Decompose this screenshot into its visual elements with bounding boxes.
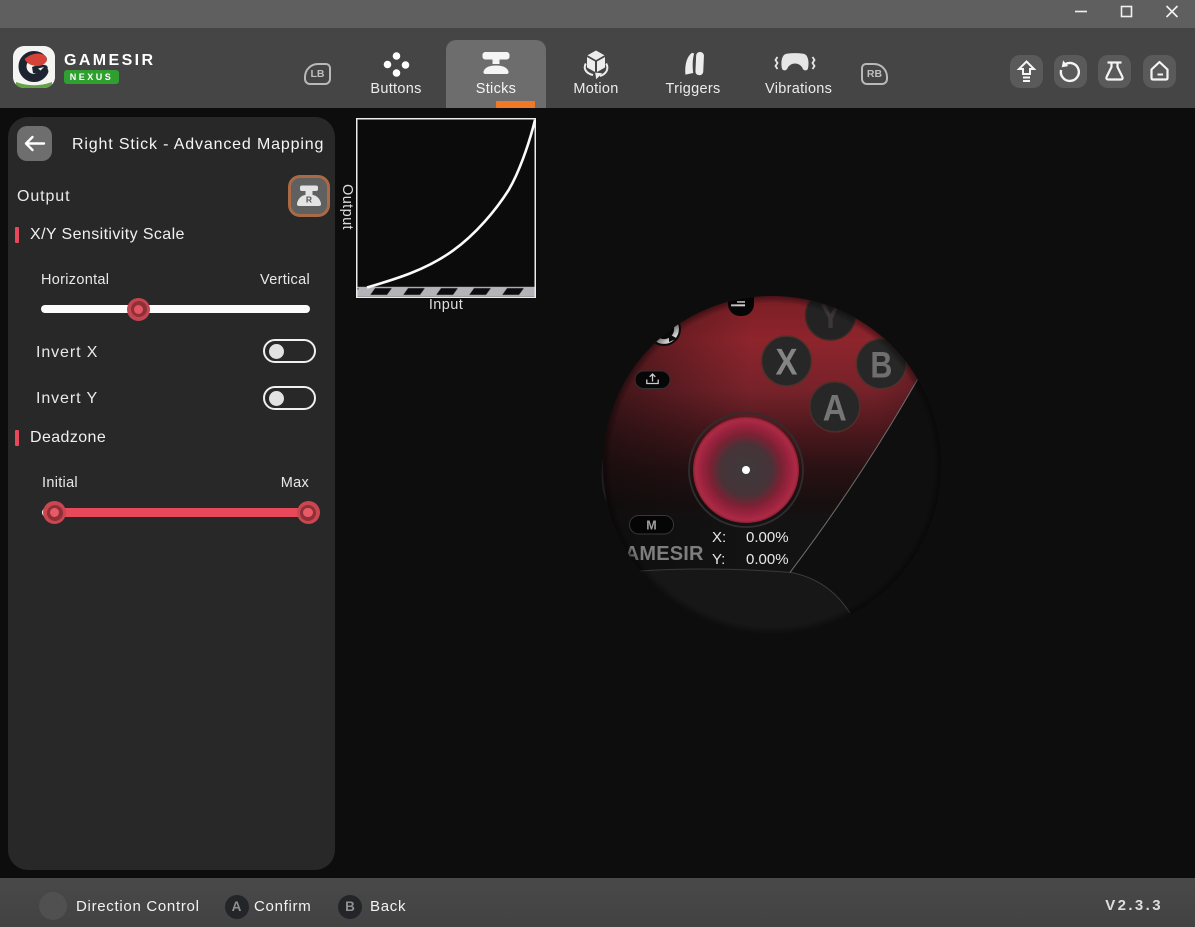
svg-text:R: R [306, 195, 312, 205]
